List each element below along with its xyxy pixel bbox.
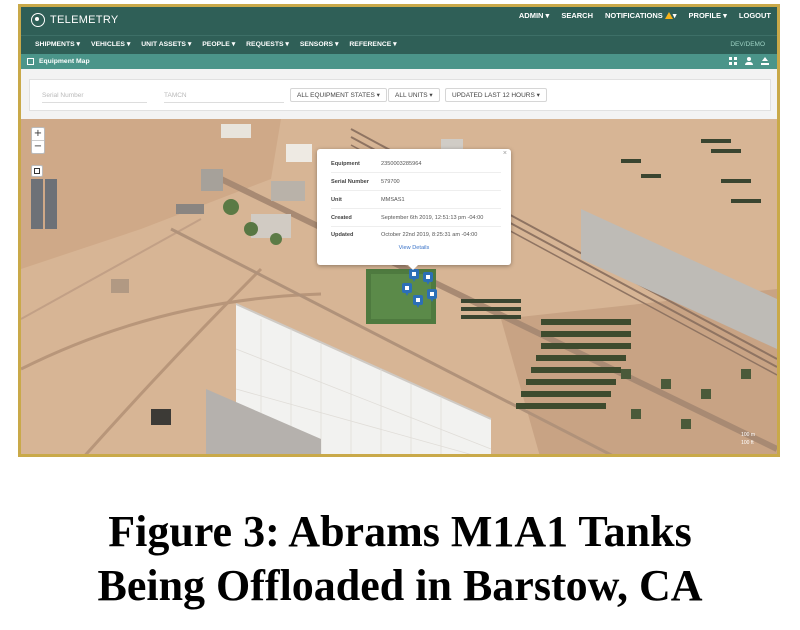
scale-meters: 100 m (741, 432, 755, 438)
warning-icon (664, 12, 673, 19)
filter-area: ALL EQUIPMENT STATES ▾ ALL UNITS ▾ UPDAT… (21, 69, 777, 119)
grid-view-icon[interactable] (729, 57, 737, 65)
panel-collapse-icon[interactable] (27, 58, 34, 65)
popup-value: MMSAS1 (381, 197, 405, 203)
popup-value: 2350003285964 (381, 161, 422, 167)
environment-badge: DEV/DEMO (730, 41, 765, 48)
user-icon[interactable] (745, 57, 753, 65)
fullscreen-button[interactable] (31, 165, 43, 177)
nav-requests[interactable]: REQUESTS ▾ (246, 40, 289, 48)
top-links: ADMIN ▾ SEARCH NOTIFICATIONS ▾ PROFILE ▾ … (519, 11, 771, 20)
logout-link[interactable]: LOGOUT (739, 11, 771, 20)
filter-bar: ALL EQUIPMENT STATES ▾ ALL UNITS ▾ UPDAT… (29, 79, 771, 111)
popup-row-updated: Updated October 22nd 2019, 8:25:31 am -0… (331, 228, 501, 243)
popup-value: September 6th 2019, 12:51:13 pm -04:00 (381, 215, 484, 221)
notifications-menu[interactable]: NOTIFICATIONS ▾ (605, 11, 677, 20)
popup-row-created: Created September 6th 2019, 12:51:13 pm … (331, 211, 501, 227)
nav-sensors[interactable]: SENSORS ▾ (300, 40, 339, 48)
nav-unit-assets[interactable]: UNIT ASSETS ▾ (141, 40, 191, 48)
app-title: TELEMETRY (50, 14, 119, 26)
caption-line-1: Figure 3: Abrams M1A1 Tanks (108, 507, 692, 556)
app-screenshot: TELEMETRY ADMIN ▾ SEARCH NOTIFICATIONS ▾ … (18, 4, 780, 457)
equipment-marker[interactable] (409, 269, 419, 282)
popup-row-serial: Serial Number 579700 (331, 175, 501, 191)
popup-label: Unit (331, 197, 342, 203)
popup-pointer (407, 264, 419, 270)
panel-header: Equipment Map (21, 54, 777, 69)
zoom-out-button[interactable]: − (32, 140, 44, 153)
satellite-map[interactable]: + − × Equipment 2350003285964 Serial Num… (21, 119, 777, 454)
popup-label: Created (331, 215, 352, 221)
zoom-in-button[interactable]: + (32, 128, 44, 140)
top-header: TELEMETRY ADMIN ▾ SEARCH NOTIFICATIONS ▾ … (21, 7, 777, 35)
profile-menu[interactable]: PROFILE ▾ (689, 11, 727, 20)
tamcn-input[interactable] (164, 88, 284, 103)
popup-label: Updated (331, 232, 354, 238)
popup-row-unit: Unit MMSAS1 (331, 193, 501, 209)
nav-vehicles[interactable]: VEHICLES ▾ (91, 40, 130, 48)
nav-shipments[interactable]: SHIPMENTS ▾ (35, 40, 80, 48)
equipment-marker[interactable] (402, 283, 412, 296)
serial-number-input[interactable] (42, 88, 147, 103)
equipment-marker[interactable] (413, 295, 423, 308)
zoom-control: + − (31, 127, 45, 154)
equipment-marker[interactable] (427, 289, 437, 302)
popup-row-equipment: Equipment 2350003285964 (331, 157, 501, 173)
popup-label: Equipment (331, 161, 360, 167)
nav-reference[interactable]: REFERENCE ▾ (349, 40, 396, 48)
figure-caption: Figure 3: Abrams M1A1 Tanks Being Offloa… (0, 505, 800, 613)
popup-close-button[interactable]: × (503, 150, 507, 157)
popup-label: Serial Number (331, 179, 369, 185)
nav-people[interactable]: PEOPLE ▾ (202, 40, 235, 48)
equipment-popup: × Equipment 2350003285964 Serial Number … (317, 149, 511, 270)
caption-line-2: Being Offloaded in Barstow, CA (97, 561, 703, 610)
scale-feet: 100 ft (741, 440, 754, 446)
panel-title: Equipment Map (39, 57, 90, 65)
upload-icon[interactable] (761, 57, 769, 65)
main-nav: SHIPMENTS ▾ VEHICLES ▾ UNIT ASSETS ▾ PEO… (21, 35, 777, 54)
notifications-label: NOTIFICATIONS (605, 11, 663, 20)
map-scale: 100 m 100 ft (741, 431, 755, 447)
search-link[interactable]: SEARCH (561, 11, 593, 20)
app-logo[interactable]: TELEMETRY (31, 13, 119, 27)
view-details-link[interactable]: View Details (317, 245, 511, 251)
admin-menu[interactable]: ADMIN ▾ (519, 11, 549, 20)
panel-tools (729, 57, 769, 65)
units-dropdown[interactable]: ALL UNITS ▾ (388, 88, 440, 102)
telemetry-logo-icon (31, 13, 45, 27)
popup-value: October 22nd 2019, 8:25:31 am -04:00 (381, 232, 478, 238)
equipment-marker[interactable] (423, 272, 433, 285)
updated-range-dropdown[interactable]: UPDATED LAST 12 HOURS ▾ (445, 88, 547, 102)
equipment-states-dropdown[interactable]: ALL EQUIPMENT STATES ▾ (290, 88, 387, 102)
popup-value: 579700 (381, 179, 400, 185)
